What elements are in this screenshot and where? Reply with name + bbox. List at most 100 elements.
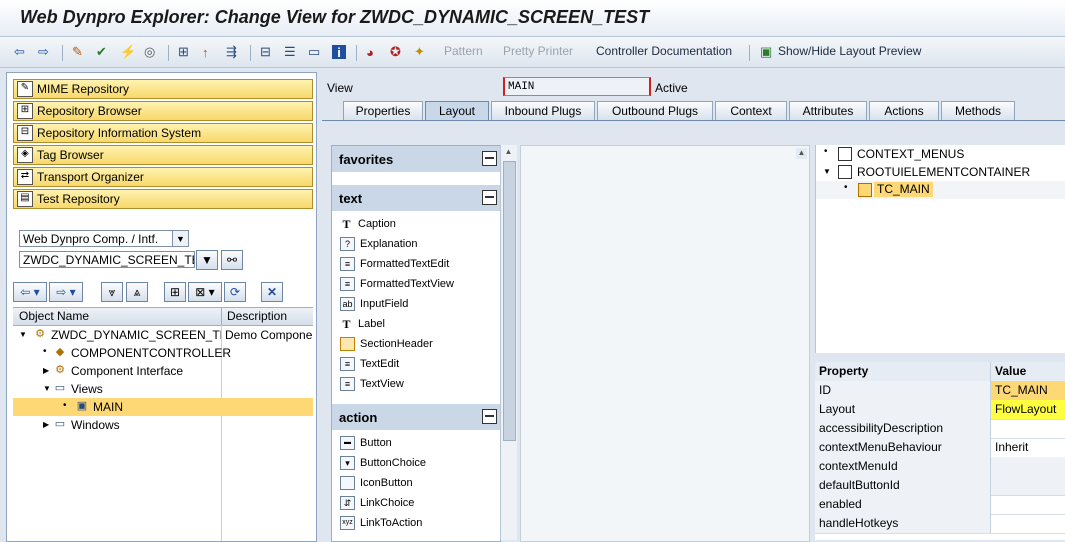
hierarchy-icon[interactable]: ⊞ — [178, 43, 189, 61]
move-icon[interactable]: ⇶ — [226, 43, 237, 61]
nav-back-button[interactable]: ⇦ ▾ — [13, 282, 47, 302]
property-value[interactable] — [991, 514, 1065, 533]
object-name-field[interactable]: ZWDC_DYNAMIC_SCREEN_TEST — [19, 251, 195, 268]
collapse-triangle-icon[interactable]: ▶ — [43, 366, 49, 375]
info-icon[interactable]: i — [332, 45, 346, 60]
nav-transport-organizer[interactable]: ⇄ Transport Organizer — [13, 167, 313, 187]
palette-item-inputfield[interactable]: ab InputField — [340, 295, 408, 313]
collapse-triangle-icon[interactable]: ▶ — [43, 420, 49, 429]
property-value[interactable] — [991, 419, 1065, 438]
palette-item-button[interactable]: ▬ Button — [340, 434, 392, 452]
tree-row[interactable]: ▶ ▭ Windows — [13, 416, 313, 434]
display-glasses-button[interactable]: ⚯ — [221, 250, 243, 270]
property-value[interactable]: Inherit — [991, 438, 1065, 457]
forward-arrow-icon[interactable]: ⇨ — [38, 43, 49, 61]
scroll-up-icon[interactable]: ▲ — [796, 148, 807, 159]
palette-item-formattedtextedit[interactable]: ≡ FormattedTextEdit — [340, 255, 449, 273]
tab-layout[interactable]: Layout — [425, 101, 489, 120]
nav-repository-browser[interactable]: ⊞ Repository Browser — [13, 101, 313, 121]
collapse-icon[interactable] — [482, 190, 497, 205]
tree-row[interactable]: • ◆ COMPONENTCONTROLLER — [13, 344, 313, 362]
pattern-button[interactable]: Pattern — [444, 44, 483, 58]
layout-preview-canvas[interactable]: ▲ — [520, 145, 810, 542]
check-icon[interactable]: ✔ — [96, 43, 107, 61]
property-value[interactable] — [991, 457, 1065, 476]
expand-triangle-icon[interactable]: ▼ — [823, 167, 831, 176]
property-value[interactable] — [991, 495, 1065, 514]
pretty-printer-button[interactable]: Pretty Printer — [503, 44, 573, 58]
nav-test-repository[interactable]: ▤ Test Repository — [13, 189, 313, 209]
tree-row[interactable]: ▼ ▭ Views — [13, 380, 313, 398]
property-value[interactable]: TC_MAIN — [991, 381, 1065, 400]
tree-icon[interactable]: ⊟ — [260, 43, 271, 61]
chevron-down-icon[interactable]: ▼ — [172, 231, 188, 246]
show-hide-layout-preview-button[interactable]: Show/Hide Layout Preview — [778, 44, 921, 58]
other-object-button[interactable]: ⊠ ▾ — [188, 282, 222, 302]
property-row[interactable]: contextMenuBehaviour Inherit — [815, 438, 1065, 458]
column-header-value[interactable]: Value — [991, 362, 1065, 381]
help-icon[interactable]: ✪ — [390, 43, 401, 61]
column-header-property[interactable]: Property — [815, 362, 991, 381]
palette-item-explanation[interactable]: ? Explanation — [340, 235, 418, 253]
palette-scrollbar[interactable]: ▲ — [500, 145, 517, 540]
palette-item-label[interactable]: T Label — [340, 315, 384, 333]
checkbox-icon[interactable] — [838, 147, 852, 161]
property-row[interactable]: contextMenuId — [815, 457, 1065, 477]
up-icon[interactable]: ↑ — [202, 43, 209, 61]
tree-row-selected[interactable]: • ▣ MAIN — [13, 398, 313, 416]
tab-methods[interactable]: Methods — [941, 101, 1015, 120]
nav-repository-information-system[interactable]: ⊟ Repository Information System — [13, 123, 313, 143]
container-icon[interactable] — [858, 183, 872, 197]
palette-section-text[interactable]: text — [332, 185, 500, 211]
refresh-button[interactable]: ⟳ — [224, 282, 246, 302]
checkbox-icon[interactable] — [838, 165, 852, 179]
palette-item-textedit[interactable]: ≡ TextEdit — [340, 355, 399, 373]
palette-item-iconbutton[interactable]: IconButton — [340, 474, 413, 492]
column-header-description[interactable]: Description — [227, 309, 287, 323]
scroll-up-icon[interactable]: ▲ — [503, 147, 514, 158]
palette-item-linktoaction[interactable]: xyz LinkToAction — [340, 514, 422, 532]
collapse-icon[interactable] — [482, 409, 497, 424]
column-header-object-name[interactable]: Object Name — [19, 309, 89, 323]
ui-tree-row-selected[interactable]: • TC_MAIN — [816, 181, 1065, 199]
collapse-all-button[interactable]: ⩓ — [126, 282, 148, 302]
expand-triangle-icon[interactable]: ▼ — [19, 330, 27, 339]
tab-attributes[interactable]: Attributes — [789, 101, 867, 120]
stack-icon[interactable]: ☰ — [284, 43, 296, 61]
tab-actions[interactable]: Actions — [869, 101, 939, 120]
palette-section-favorites[interactable]: favorites — [332, 146, 500, 172]
back-arrow-icon[interactable]: ⇦ — [14, 43, 25, 61]
dropdown-button[interactable]: ▼ — [196, 250, 218, 270]
palette-item-caption[interactable]: T Caption — [340, 215, 395, 233]
property-row[interactable]: defaultButtonId — [815, 476, 1065, 496]
tab-properties[interactable]: Properties — [343, 101, 423, 120]
tree-row[interactable]: ▶ ⚙ Component Interface — [13, 362, 313, 380]
property-value[interactable] — [991, 476, 1065, 495]
expand-triangle-icon[interactable]: ▼ — [43, 384, 51, 393]
controller-documentation-button[interactable]: Controller Documentation — [596, 44, 732, 58]
activate-icon[interactable]: ⚡ — [120, 43, 136, 61]
tab-inbound-plugs[interactable]: Inbound Plugs — [491, 101, 595, 120]
object-type-select[interactable]: Web Dynpro Comp. / Intf. ▼ — [19, 230, 189, 247]
expand-all-button[interactable]: ⩔ — [101, 282, 123, 302]
property-row[interactable]: enabled — [815, 495, 1065, 515]
property-row[interactable]: ID TC_MAIN — [815, 381, 1065, 401]
property-row[interactable]: handleHotkeys — [815, 514, 1065, 534]
tab-context[interactable]: Context — [715, 101, 787, 120]
property-row[interactable]: Layout FlowLayout — [815, 400, 1065, 420]
other-object-icon[interactable]: ◕ — [366, 43, 374, 61]
collapse-icon[interactable] — [482, 151, 497, 166]
palette-section-action[interactable]: action — [332, 404, 500, 430]
palette-item-linkchoice[interactable]: ⇵ LinkChoice — [340, 494, 414, 512]
edit-pencil-icon[interactable]: ✎ — [72, 43, 83, 61]
tab-outbound-plugs[interactable]: Outbound Plugs — [597, 101, 713, 120]
pane-splitter[interactable] — [810, 145, 814, 540]
ui-tree-row[interactable]: • CONTEXT_MENUS — [816, 145, 1065, 163]
hierarchy-button[interactable]: ⊞ — [164, 282, 186, 302]
property-row[interactable]: accessibilityDescription — [815, 419, 1065, 439]
scrollbar-thumb[interactable] — [503, 161, 516, 441]
palette-item-sectionheader[interactable]: SectionHeader — [340, 335, 433, 353]
nav-tag-browser[interactable]: ◈ Tag Browser — [13, 145, 313, 165]
property-value[interactable]: FlowLayout — [991, 400, 1065, 419]
nav-forward-button[interactable]: ⇨ ▾ — [49, 282, 83, 302]
